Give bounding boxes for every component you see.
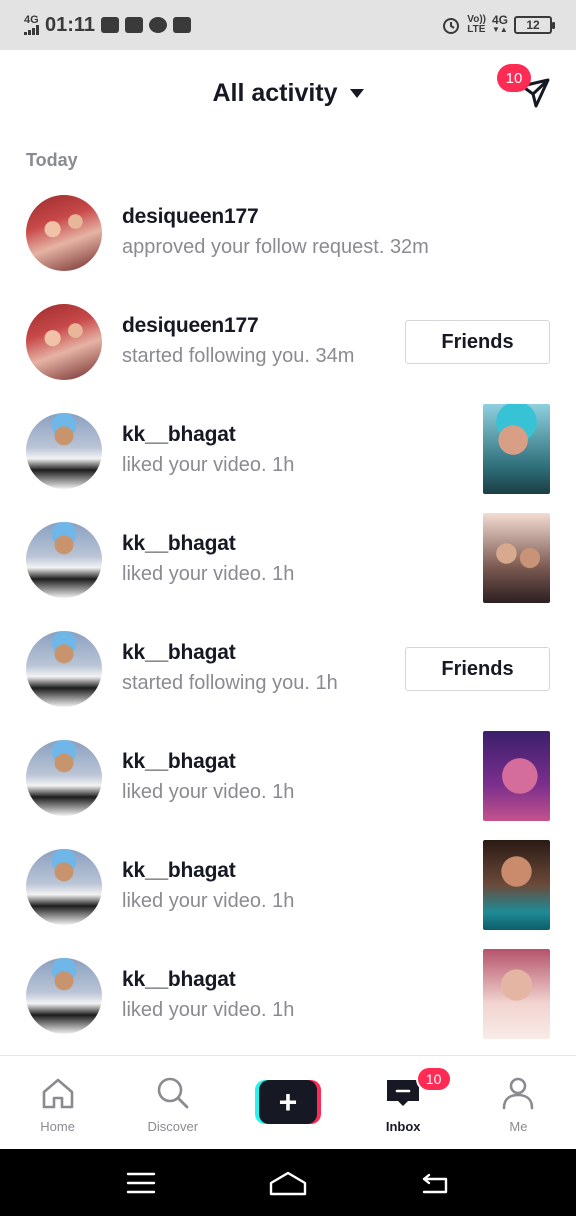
- friends-button[interactable]: Friends: [405, 647, 550, 691]
- status-time: 01:11: [45, 13, 96, 36]
- notification-row[interactable]: kk__bhagat liked your video. 1h: [0, 513, 576, 622]
- notification-text: started following you.: [122, 345, 310, 367]
- battery-level: 12: [526, 18, 540, 32]
- video-call-icon: [101, 17, 120, 33]
- video-thumbnail[interactable]: [483, 949, 550, 1039]
- nav-me[interactable]: Me: [461, 1056, 576, 1149]
- avatar[interactable]: [26, 413, 102, 489]
- profile-icon: [503, 1077, 534, 1110]
- nav-home-label: Home: [40, 1119, 75, 1134]
- search-icon: [157, 1077, 189, 1109]
- nav-home[interactable]: Home: [0, 1056, 115, 1149]
- caret-down-icon: [349, 88, 364, 98]
- notification-row[interactable]: kk__bhagat liked your video. 1h: [0, 840, 576, 949]
- nav-create[interactable]: +: [230, 1056, 345, 1149]
- avatar[interactable]: [26, 195, 102, 271]
- username[interactable]: kk__bhagat: [122, 750, 294, 774]
- notification-text: liked your video.: [122, 781, 267, 803]
- friends-button[interactable]: Friends: [405, 320, 550, 364]
- signal-icon: 4G: [24, 15, 39, 35]
- notification-row[interactable]: desiqueen177 started following you. 34m …: [0, 295, 576, 404]
- nav-inbox-label: Inbox: [385, 1119, 421, 1134]
- username[interactable]: kk__bhagat: [122, 641, 338, 665]
- notification-time: 1h: [272, 781, 295, 803]
- notification-text: liked your video.: [122, 563, 267, 585]
- notification-time: 1h: [272, 563, 295, 585]
- video-thumbnail[interactable]: [483, 840, 550, 930]
- notification-row[interactable]: kk__bhagat liked your video. 1h: [0, 731, 576, 840]
- back-icon[interactable]: [420, 1171, 450, 1195]
- username[interactable]: desiqueen177: [122, 205, 429, 229]
- notification-time: 1h: [272, 999, 295, 1021]
- inbox-badge: 10: [415, 1066, 452, 1092]
- nav-discover[interactable]: Discover: [115, 1056, 230, 1149]
- activity-filter-dropdown[interactable]: All activity: [212, 78, 364, 108]
- create-button[interactable]: +: [255, 1080, 321, 1124]
- messenger-icon: [149, 17, 168, 33]
- video-thumbnail[interactable]: [483, 731, 550, 821]
- notification-time: 1h: [272, 454, 295, 476]
- notification-time: 34m: [315, 345, 355, 367]
- avatar[interactable]: [26, 849, 102, 925]
- avatar[interactable]: [26, 631, 102, 707]
- mail-icon: [173, 17, 192, 33]
- messages-badge: 10: [497, 64, 531, 92]
- nav-me-label: Me: [509, 1119, 528, 1134]
- volte-indicator: Vo)) LTE: [467, 14, 486, 35]
- system-nav-bar: [0, 1149, 576, 1216]
- username[interactable]: kk__bhagat: [122, 859, 294, 883]
- home-icon: [42, 1078, 73, 1109]
- notification-text: liked your video.: [122, 454, 267, 476]
- nav-discover-label: Discover: [147, 1119, 199, 1134]
- username[interactable]: desiqueen177: [122, 314, 354, 338]
- data-indicator: 4G ▼▲: [491, 13, 508, 34]
- section-today: Today: [26, 150, 78, 170]
- notification-text: approved your follow request.: [122, 236, 385, 258]
- notification-text: started following you.: [122, 672, 310, 694]
- avatar[interactable]: [26, 522, 102, 598]
- home-button-icon[interactable]: [268, 1170, 308, 1196]
- header: All activity: [0, 50, 576, 136]
- avatar[interactable]: [26, 740, 102, 816]
- notification-time: 1h: [315, 672, 338, 694]
- notification-row[interactable]: desiqueen177 approved your follow reques…: [0, 186, 576, 295]
- video-thumbnail[interactable]: [483, 404, 550, 494]
- avatar[interactable]: [26, 958, 102, 1034]
- bottom-nav: Home Discover + 10 Inbox Me: [0, 1055, 576, 1149]
- network-type: 4G: [24, 14, 39, 26]
- notification-text: liked your video.: [122, 890, 267, 912]
- avatar[interactable]: [26, 304, 102, 380]
- notification-row[interactable]: kk__bhagat started following you. 1h Fri…: [0, 622, 576, 731]
- menu-icon[interactable]: [126, 1171, 156, 1195]
- notification-text: liked your video.: [122, 999, 267, 1021]
- notification-list: desiqueen177 approved your follow reques…: [0, 186, 576, 1058]
- plus-icon: +: [259, 1080, 317, 1124]
- username[interactable]: kk__bhagat: [122, 532, 294, 556]
- battery-icon: 12: [514, 16, 555, 34]
- username[interactable]: kk__bhagat: [122, 968, 294, 992]
- status-bar: 4G 01:11 Vo)) LTE 4G ▼▲ 12: [0, 0, 576, 50]
- username[interactable]: kk__bhagat: [122, 423, 294, 447]
- notification-row[interactable]: kk__bhagat liked your video. 1h: [0, 404, 576, 513]
- notification-time: 32m: [389, 236, 429, 258]
- alarm-icon: [443, 18, 460, 34]
- notification-row[interactable]: kk__bhagat liked your video. 1h: [0, 949, 576, 1058]
- nav-inbox[interactable]: 10 Inbox: [346, 1056, 461, 1149]
- page-title: All activity: [212, 78, 338, 107]
- notification-time: 1h: [272, 890, 295, 912]
- facebook-icon: [125, 17, 144, 33]
- video-thumbnail[interactable]: [483, 513, 550, 603]
